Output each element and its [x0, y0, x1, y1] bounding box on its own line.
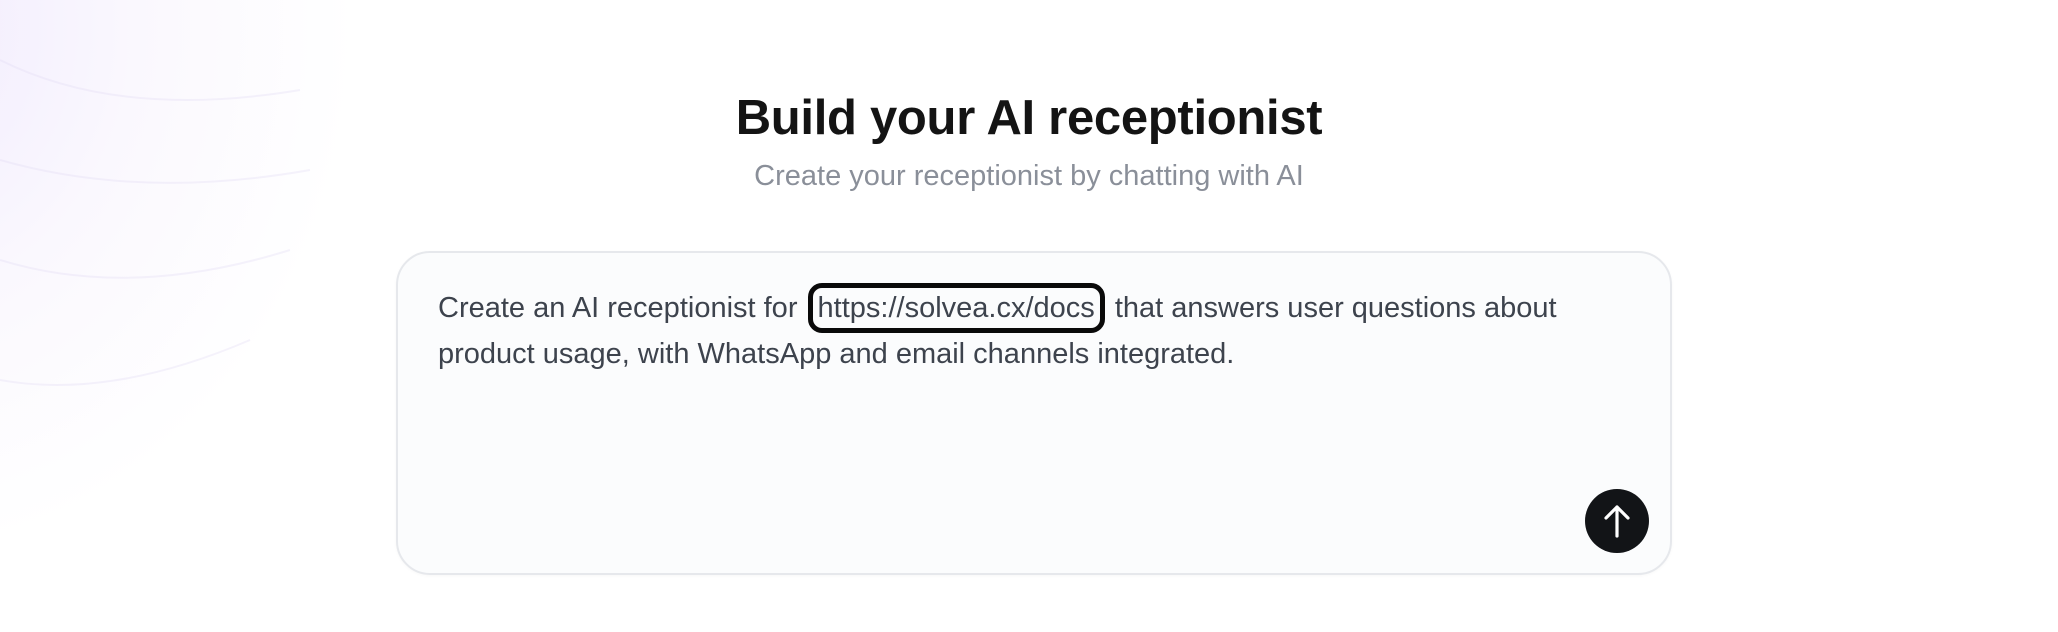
- background-glow: [0, 0, 360, 560]
- send-button[interactable]: [1585, 489, 1649, 553]
- header: Build your AI receptionist Create your r…: [0, 88, 2058, 194]
- prompt-text-before: Create an AI receptionist for: [438, 292, 806, 324]
- page-title: Build your AI receptionist: [735, 91, 1323, 145]
- page-subtitle: Create your receptionist by chatting wit…: [754, 160, 1304, 192]
- prompt-input-card[interactable]: Create an AI receptionist for https://so…: [396, 251, 1672, 575]
- page: Build your AI receptionist Create your r…: [0, 0, 2058, 632]
- arrow-up-icon: [1604, 505, 1630, 538]
- prompt-link-highlight: https://solvea.cx/docs: [807, 283, 1105, 333]
- background-decoration: [0, 59, 311, 386]
- prompt-input[interactable]: Create an AI receptionist for https://so…: [438, 283, 1618, 376]
